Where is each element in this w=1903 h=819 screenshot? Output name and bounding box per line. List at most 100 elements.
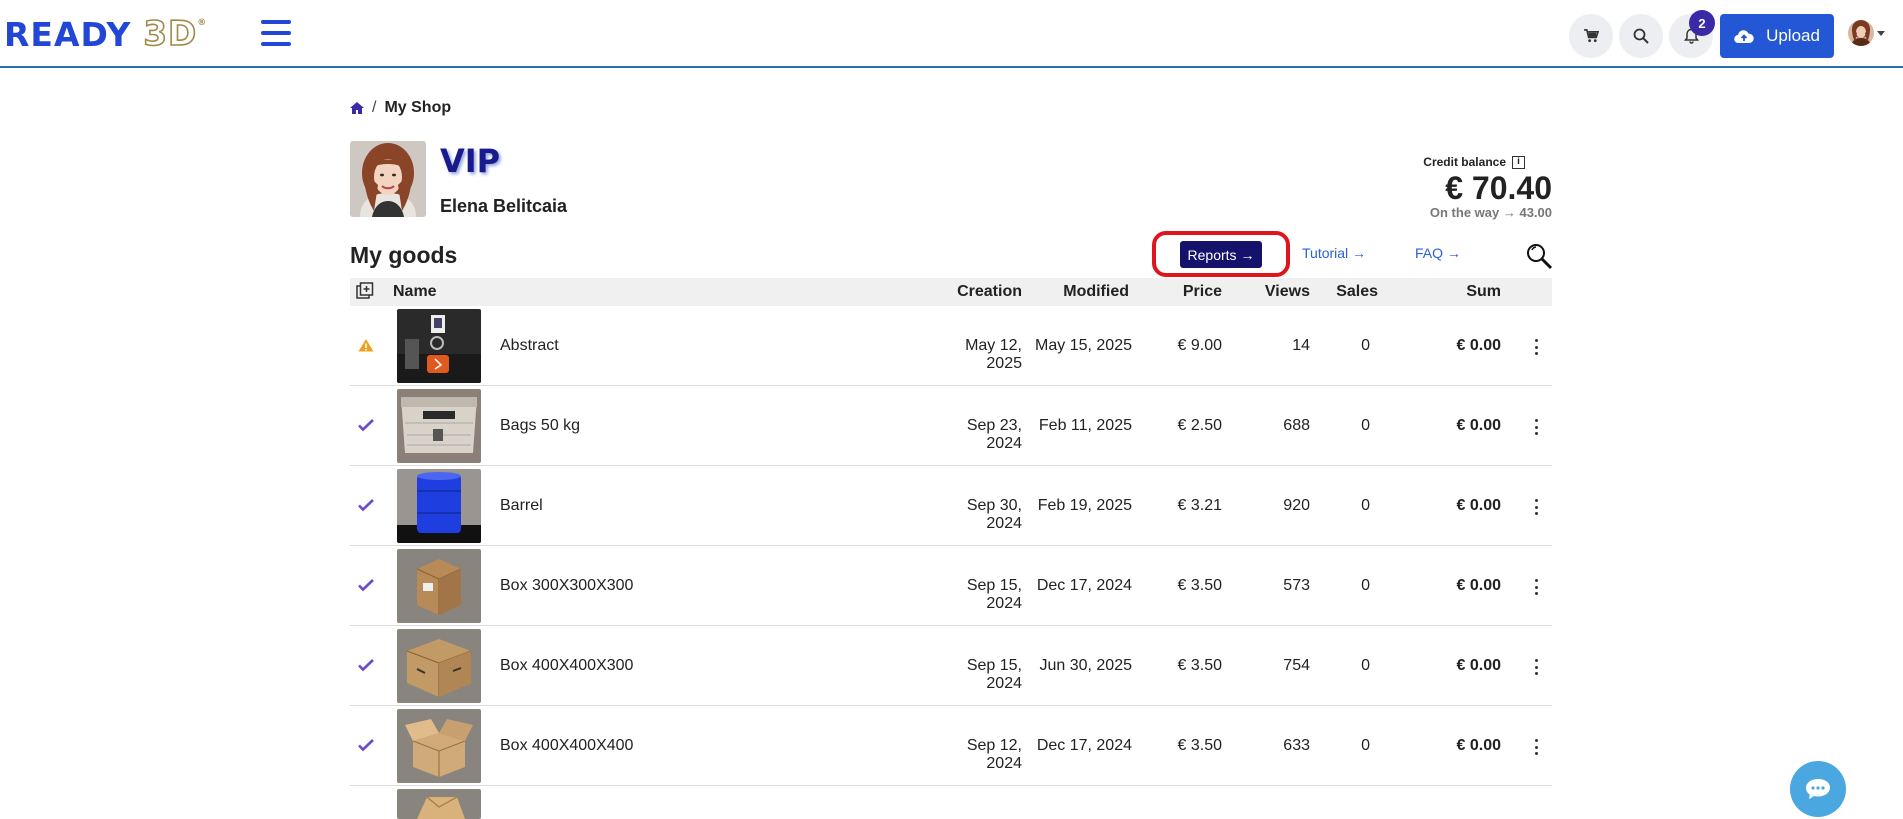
- notification-count-badge: 2: [1689, 10, 1715, 36]
- user-name: Elena Belitcaia: [440, 196, 568, 216]
- check-icon: [357, 656, 375, 674]
- modified-date: May 15, 2025: [1035, 337, 1132, 354]
- column-name[interactable]: Name: [393, 283, 437, 301]
- modified-date: Feb 11, 2025: [1038, 417, 1132, 434]
- creation-date: Sep 15, 2024: [966, 657, 1022, 692]
- sum-amount: € 0.00: [1456, 577, 1501, 594]
- warning-icon: [357, 336, 375, 354]
- search-icon: [1633, 28, 1649, 44]
- sum-amount: € 0.00: [1456, 337, 1501, 354]
- breadcrumb-separator: /: [372, 99, 377, 116]
- sum-amount: € 0.00: [1456, 737, 1501, 754]
- row-menu-icon[interactable]: [1530, 419, 1542, 435]
- menu-icon[interactable]: [261, 20, 291, 46]
- views-count: 920: [1283, 497, 1310, 514]
- cart-button[interactable]: [1569, 14, 1613, 58]
- check-icon: [357, 736, 375, 754]
- views-count: 688: [1283, 417, 1310, 434]
- column-sales[interactable]: Sales: [1320, 283, 1378, 301]
- views-count: 754: [1283, 657, 1310, 674]
- product-thumbnail[interactable]: [397, 629, 481, 703]
- check-icon: [357, 416, 375, 434]
- info-icon[interactable]: i: [1512, 155, 1525, 169]
- product-name[interactable]: Bags 50 kg: [500, 417, 580, 435]
- credit-balance-value: € 70.40: [1445, 170, 1552, 206]
- select-all-icon[interactable]: [356, 282, 374, 305]
- search-button[interactable]: [1619, 14, 1663, 58]
- column-sum[interactable]: Sum: [1430, 283, 1501, 301]
- views-count: 14: [1292, 337, 1310, 354]
- table-row[interactable]: Abstract May 12, 2025 May 15, 2025 € 9.0…: [350, 306, 1552, 386]
- price: € 3.50: [1177, 577, 1222, 594]
- goods-table-header: Name Creation Modified Price Views Sales…: [350, 278, 1552, 306]
- creation-date: Sep 23, 2024: [966, 417, 1022, 452]
- faq-link[interactable]: FAQ →: [1415, 245, 1461, 261]
- home-icon[interactable]: [350, 102, 364, 114]
- chat-button[interactable]: [1790, 761, 1846, 817]
- upload-label: Upload: [1766, 26, 1820, 45]
- column-price[interactable]: Price: [1162, 283, 1222, 301]
- row-menu-icon[interactable]: [1530, 499, 1542, 515]
- product-thumbnail[interactable]: [397, 709, 481, 783]
- modified-date: Dec 17, 2024: [1036, 577, 1132, 594]
- views-count: 573: [1283, 577, 1310, 594]
- sales-count: 0: [1361, 497, 1370, 514]
- logo-text: READY: [4, 14, 132, 54]
- chat-icon: [1806, 779, 1830, 799]
- product-name[interactable]: Box 400X400X300: [500, 657, 633, 675]
- sum-amount: € 0.00: [1456, 417, 1501, 434]
- credit-balance-text: Credit balance: [1423, 155, 1506, 169]
- table-row[interactable]: Bags 50 kg Sep 23, 2024 Feb 11, 2025 € 2…: [350, 386, 1552, 466]
- breadcrumb-current: My Shop: [384, 99, 452, 116]
- product-thumbnail[interactable]: [397, 309, 481, 383]
- sum-amount: € 0.00: [1456, 657, 1501, 674]
- price: € 3.50: [1177, 737, 1222, 754]
- reports-button[interactable]: Reports →: [1180, 241, 1262, 268]
- product-thumbnail[interactable]: [397, 469, 481, 543]
- product-thumbnail[interactable]: [397, 549, 481, 623]
- sales-count: 0: [1361, 337, 1370, 354]
- ready3d-logo[interactable]: READY 3D ®: [4, 13, 207, 55]
- product-name[interactable]: Box 400X400X400: [500, 737, 633, 755]
- table-row[interactable]: Barrel Sep 30, 2024 Feb 19, 2025 € 3.21 …: [350, 466, 1552, 546]
- upload-button[interactable]: Upload: [1720, 14, 1834, 58]
- product-name[interactable]: Box 300X300X300: [500, 577, 633, 595]
- price: € 9.00: [1177, 337, 1222, 354]
- views-count: 633: [1283, 737, 1310, 754]
- product-name[interactable]: Abstract: [500, 337, 559, 355]
- row-menu-icon[interactable]: [1530, 579, 1542, 595]
- caret-down-icon[interactable]: [1877, 31, 1885, 36]
- column-creation[interactable]: Creation: [931, 283, 1022, 301]
- column-modified[interactable]: Modified: [1039, 283, 1129, 301]
- sum-amount: € 0.00: [1456, 497, 1501, 514]
- modified-date: Jun 30, 2025: [1039, 657, 1132, 674]
- creation-date: Sep 12, 2024: [966, 737, 1022, 772]
- tutorial-link[interactable]: Tutorial →: [1302, 245, 1366, 261]
- creation-date: May 12, 2025: [965, 337, 1022, 372]
- on-the-way-amount: On the way → 43.00: [1429, 205, 1552, 220]
- column-views[interactable]: Views: [1250, 283, 1310, 301]
- price: € 3.50: [1177, 657, 1222, 674]
- profile-photo: [350, 141, 426, 217]
- table-row[interactable]: Box 400X400X400 Sep 12, 2024 Dec 17, 202…: [350, 706, 1552, 786]
- breadcrumb: / My Shop: [350, 99, 451, 117]
- sales-count: 0: [1361, 577, 1370, 594]
- row-menu-icon[interactable]: [1530, 339, 1542, 355]
- table-row[interactable]: Box 300X300X300 Sep 15, 2024 Dec 17, 202…: [350, 546, 1552, 626]
- creation-date: Sep 30, 2024: [966, 497, 1022, 532]
- search-goods-icon[interactable]: [1525, 242, 1553, 270]
- sales-count: 0: [1361, 737, 1370, 754]
- sales-count: 0: [1361, 657, 1370, 674]
- cart-icon: [1583, 29, 1599, 43]
- check-icon: [357, 496, 375, 514]
- product-thumbnail[interactable]: [397, 389, 481, 463]
- modified-date: Dec 17, 2024: [1036, 737, 1132, 754]
- user-avatar[interactable]: [1848, 20, 1874, 46]
- product-thumbnail-partial[interactable]: [397, 789, 481, 819]
- table-row[interactable]: Box 400X400X300 Sep 15, 2024 Jun 30, 202…: [350, 626, 1552, 706]
- product-name[interactable]: Barrel: [500, 497, 543, 515]
- account-level: VIP: [440, 142, 501, 180]
- row-menu-icon[interactable]: [1530, 659, 1542, 675]
- row-menu-icon[interactable]: [1530, 739, 1542, 755]
- logo-3d: 3D: [143, 13, 198, 55]
